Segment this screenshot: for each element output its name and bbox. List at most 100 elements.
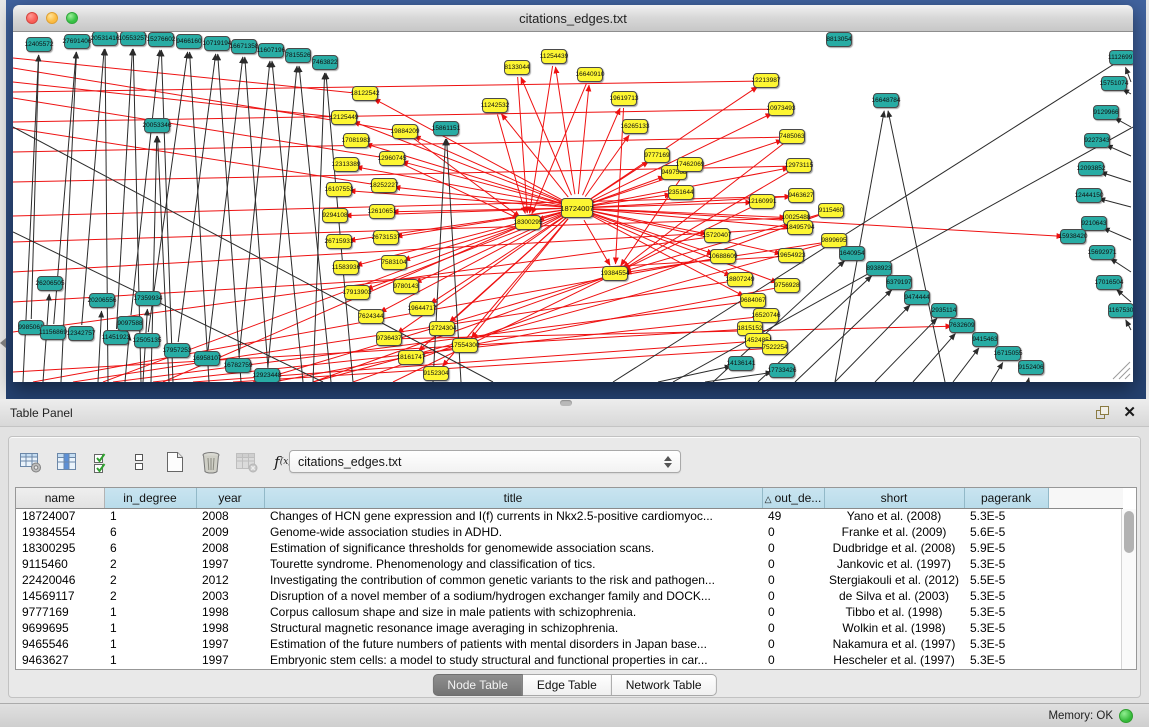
graph-node[interactable]: 12313389 bbox=[333, 157, 359, 172]
graph-node[interactable]: 7485063 bbox=[779, 129, 805, 144]
graph-node[interactable]: 10973493 bbox=[768, 101, 794, 116]
graph-node[interactable]: 15692971 bbox=[1089, 245, 1115, 260]
graph-node[interactable]: 15751074 bbox=[1101, 76, 1127, 91]
graph-node[interactable]: 7583104 bbox=[381, 255, 407, 270]
column-header-name[interactable]: name bbox=[16, 488, 104, 508]
table-cell[interactable]: 9115460 bbox=[16, 556, 104, 572]
column-header-pagerank[interactable]: pagerank bbox=[964, 488, 1048, 508]
table-selector-dropdown[interactable]: citations_edges.txt bbox=[289, 450, 681, 473]
graph-node[interactable]: 9210643 bbox=[1081, 216, 1107, 231]
graph-node[interactable]: 11607196 bbox=[258, 43, 284, 58]
graph-node[interactable]: 20206556 bbox=[89, 293, 115, 308]
graph-node[interactable]: 12724304 bbox=[429, 321, 455, 336]
graph-node[interactable]: 17016504 bbox=[1096, 275, 1122, 290]
table-cell[interactable]: 1998 bbox=[196, 620, 264, 636]
table-cell[interactable]: Dudbridge et al. (2008) bbox=[824, 540, 964, 556]
graph-node[interactable]: 8133044 bbox=[504, 60, 530, 75]
delete-columns-icon[interactable] bbox=[198, 449, 224, 475]
table-cell[interactable]: 9465546 bbox=[16, 636, 104, 652]
window-resize-grip[interactable] bbox=[1109, 358, 1131, 380]
table-cell[interactable]: Changes of HCN gene expression and I(f) … bbox=[264, 508, 762, 524]
table-cell[interactable]: 2003 bbox=[196, 588, 264, 604]
graph-node[interactable]: 27691406 bbox=[64, 34, 90, 49]
table-cell[interactable]: 1 bbox=[104, 508, 196, 524]
table-cell[interactable]: 0 bbox=[762, 652, 824, 668]
table-cell[interactable]: 0 bbox=[762, 572, 824, 588]
graph-node[interactable]: 16107553 bbox=[326, 182, 352, 197]
graph-node[interactable]: 9097588 bbox=[117, 316, 143, 331]
panel-collapse-arrow[interactable] bbox=[0, 338, 6, 348]
graph-node[interactable]: 11242532 bbox=[482, 98, 508, 113]
graph-node[interactable]: 18300295 bbox=[515, 215, 541, 230]
graph-node[interactable]: 9474444 bbox=[904, 290, 930, 305]
graph-node[interactable]: 26206505 bbox=[37, 276, 63, 291]
table-cell[interactable]: 1997 bbox=[196, 636, 264, 652]
tab-edge-table[interactable]: Edge Table bbox=[523, 674, 612, 696]
graph-node[interactable]: 10719194 bbox=[204, 36, 230, 51]
graph-node[interactable]: 18252227 bbox=[371, 178, 397, 193]
network-window-titlebar[interactable]: citations_edges.txt bbox=[13, 5, 1133, 32]
table-cell[interactable]: 2 bbox=[104, 556, 196, 572]
graph-node[interactable]: 12444150 bbox=[1076, 188, 1102, 203]
float-panel-icon[interactable] bbox=[1095, 405, 1110, 420]
graph-node[interactable]: 16265133 bbox=[622, 119, 648, 134]
table-cell[interactable]: Tibbo et al. (1998) bbox=[824, 604, 964, 620]
graph-node[interactable]: 9294108 bbox=[322, 208, 348, 223]
graph-node[interactable]: 17733426 bbox=[769, 363, 795, 378]
table-cell[interactable]: 5.3E-5 bbox=[964, 620, 1048, 636]
graph-node[interactable]: 9152304 bbox=[423, 366, 449, 381]
graph-node[interactable]: 9466160 bbox=[176, 34, 202, 49]
table-cell[interactable]: Estimation of significance thresholds fo… bbox=[264, 540, 762, 556]
table-cell[interactable]: 5.3E-5 bbox=[964, 636, 1048, 652]
table-cell[interactable]: 1997 bbox=[196, 556, 264, 572]
column-header-title[interactable]: title bbox=[264, 488, 762, 508]
table-cell[interactable]: Structural magnetic resonance image aver… bbox=[264, 620, 762, 636]
table-cell[interactable]: 6 bbox=[104, 524, 196, 540]
graph-node[interactable]: 12160991 bbox=[749, 194, 775, 209]
table-cell[interactable]: 5.9E-5 bbox=[964, 540, 1048, 556]
graph-node[interactable]: 16715055 bbox=[995, 346, 1021, 361]
graph-node[interactable]: 9756928 bbox=[774, 278, 800, 293]
close-window-button[interactable] bbox=[26, 12, 38, 24]
table-row[interactable]: 1872400712008Changes of HCN gene express… bbox=[16, 508, 1123, 524]
graph-node[interactable]: 11451923 bbox=[103, 330, 129, 345]
graph-node[interactable]: 26715931 bbox=[326, 234, 352, 249]
graph-node[interactable]: 20053346 bbox=[144, 118, 170, 133]
graph-node[interactable]: 9152406 bbox=[1018, 360, 1044, 375]
graph-node[interactable]: 12610651 bbox=[369, 204, 395, 219]
tab-node-table[interactable]: Node Table bbox=[432, 674, 523, 696]
zoom-window-button[interactable] bbox=[66, 12, 78, 24]
table-cell[interactable]: 0 bbox=[762, 556, 824, 572]
table-cell[interactable]: 1 bbox=[104, 652, 196, 668]
table-cell[interactable]: 2009 bbox=[196, 524, 264, 540]
table-cell[interactable]: Wolkin et al. (1998) bbox=[824, 620, 964, 636]
graph-node[interactable]: 12342757 bbox=[68, 326, 94, 341]
graph-node[interactable]: 12973115 bbox=[786, 158, 812, 173]
graph-node[interactable]: 19884209 bbox=[392, 124, 418, 139]
table-cell[interactable]: 5.5E-5 bbox=[964, 572, 1048, 588]
graph-node[interactable]: 9463627 bbox=[788, 188, 814, 203]
table-cell[interactable]: 1 bbox=[104, 620, 196, 636]
graph-node[interactable]: 11254439 bbox=[541, 49, 567, 64]
table-row[interactable]: 969969511998Structural magnetic resonanc… bbox=[16, 620, 1123, 636]
table-row[interactable]: 1938455462009Genome-wide association stu… bbox=[16, 524, 1123, 540]
table-cell[interactable]: 0 bbox=[762, 540, 824, 556]
tab-network-table[interactable]: Network Table bbox=[612, 674, 717, 696]
new-column-icon[interactable] bbox=[162, 449, 188, 475]
table-cell[interactable]: 0 bbox=[762, 524, 824, 540]
graph-node[interactable]: 16640910 bbox=[577, 67, 603, 82]
table-scrollbar-thumb[interactable] bbox=[1124, 511, 1134, 553]
graph-node[interactable]: 1640954 bbox=[839, 246, 865, 261]
graph-node[interactable]: 18122542 bbox=[352, 86, 378, 101]
graph-node[interactable]: 7522254 bbox=[762, 340, 788, 355]
graph-node[interactable]: 11583936 bbox=[333, 260, 359, 275]
table-cell[interactable]: 5.6E-5 bbox=[964, 524, 1048, 540]
table-scrollbar[interactable] bbox=[1121, 509, 1136, 670]
graph-node[interactable]: 16671358 bbox=[231, 39, 257, 54]
table-cell[interactable]: 5.3E-5 bbox=[964, 508, 1048, 524]
graph-node[interactable]: 11156869 bbox=[40, 325, 66, 340]
graph-node[interactable]: 15938420 bbox=[1060, 229, 1086, 244]
table-cell[interactable]: 49 bbox=[762, 508, 824, 524]
table-cell[interactable]: 5.3E-5 bbox=[964, 588, 1048, 604]
table-cell[interactable]: 5.3E-5 bbox=[964, 652, 1048, 668]
